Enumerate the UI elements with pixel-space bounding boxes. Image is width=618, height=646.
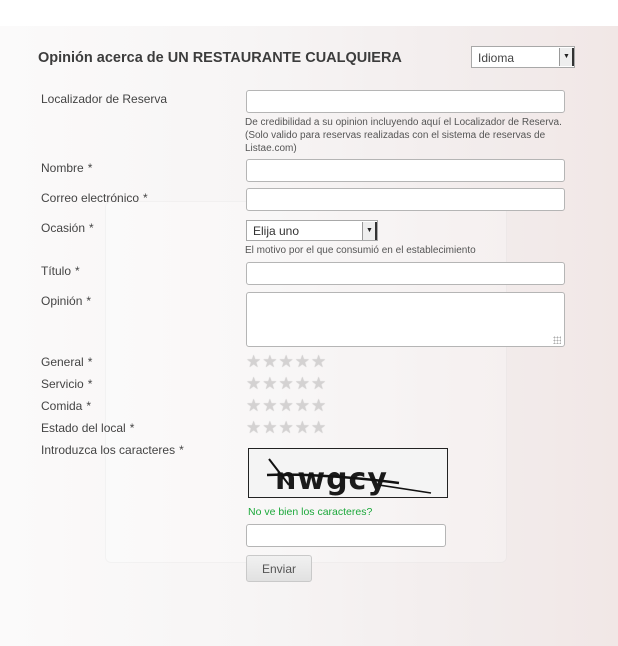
rating-servicio-label: Servicio * xyxy=(41,377,93,391)
star-icon[interactable]: ★ xyxy=(262,375,277,392)
star-icon[interactable]: ★ xyxy=(295,397,310,414)
opinion-label: Opinión * xyxy=(41,294,92,308)
language-select-value: Idioma xyxy=(478,51,515,65)
localizador-hint: De credibilidad a su opinion incluyendo … xyxy=(245,117,562,154)
chevron-down-icon: ▼ xyxy=(362,222,377,240)
titulo-label: Título * xyxy=(41,264,80,278)
star-icon[interactable]: ★ xyxy=(246,353,261,370)
captcha-image: nwgcy xyxy=(248,448,448,498)
star-icon[interactable]: ★ xyxy=(246,397,261,414)
rating-servicio-stars[interactable]: ★ ★ ★ ★ ★ xyxy=(246,375,326,392)
correo-label: Correo electrónico * xyxy=(41,191,148,205)
review-form: Opinión acerca de UN RESTAURANTE CUALQUI… xyxy=(0,0,618,646)
chevron-down-icon: ▼ xyxy=(559,48,574,66)
star-icon[interactable]: ★ xyxy=(295,419,310,436)
page-title: Opinión acerca de UN RESTAURANTE CUALQUI… xyxy=(38,50,402,66)
resize-grip-icon[interactable] xyxy=(553,336,561,344)
star-icon[interactable]: ★ xyxy=(311,375,326,392)
rating-comida-label: Comida * xyxy=(41,399,92,413)
titulo-input[interactable] xyxy=(246,262,565,285)
nombre-input[interactable] xyxy=(246,159,565,182)
ocasion-select[interactable]: Elija uno ▼ xyxy=(246,220,378,241)
rating-comida-stars[interactable]: ★ ★ ★ ★ ★ xyxy=(246,397,326,414)
ocasion-label: Ocasión * xyxy=(41,221,94,235)
nombre-label: Nombre * xyxy=(41,161,93,175)
star-icon[interactable]: ★ xyxy=(262,397,277,414)
star-icon[interactable]: ★ xyxy=(279,419,294,436)
captcha-refresh-link[interactable]: No ve bien los caracteres? xyxy=(248,506,372,518)
ocasion-hint: El motivo por el que consumió en el esta… xyxy=(245,245,476,256)
star-icon[interactable]: ★ xyxy=(311,397,326,414)
ocasion-select-value: Elija uno xyxy=(253,224,300,238)
star-icon[interactable]: ★ xyxy=(262,419,277,436)
captcha-label: Introduzca los caracteres * xyxy=(41,443,184,457)
rating-general-stars[interactable]: ★ ★ ★ ★ ★ xyxy=(246,353,326,370)
star-icon[interactable]: ★ xyxy=(311,353,326,370)
star-icon[interactable]: ★ xyxy=(262,353,277,370)
rating-estado-label: Estado del local * xyxy=(41,421,135,435)
star-icon[interactable]: ★ xyxy=(279,375,294,392)
rating-estado-stars[interactable]: ★ ★ ★ ★ ★ xyxy=(246,419,326,436)
localizador-label: Localizador de Reserva xyxy=(41,92,168,106)
star-icon[interactable]: ★ xyxy=(311,419,326,436)
star-icon[interactable]: ★ xyxy=(279,397,294,414)
language-select[interactable]: Idioma ▼ xyxy=(471,46,575,68)
submit-button[interactable]: Enviar xyxy=(246,555,312,582)
star-icon[interactable]: ★ xyxy=(295,353,310,370)
star-icon[interactable]: ★ xyxy=(246,419,261,436)
captcha-graphic: nwgcy xyxy=(249,449,447,497)
star-icon[interactable]: ★ xyxy=(295,375,310,392)
rating-general-label: General * xyxy=(41,355,93,369)
opinion-textarea[interactable] xyxy=(246,292,565,347)
localizador-input[interactable] xyxy=(246,90,565,113)
star-icon[interactable]: ★ xyxy=(246,375,261,392)
captcha-input[interactable] xyxy=(246,524,446,547)
star-icon[interactable]: ★ xyxy=(279,353,294,370)
email-field[interactable] xyxy=(246,188,565,211)
